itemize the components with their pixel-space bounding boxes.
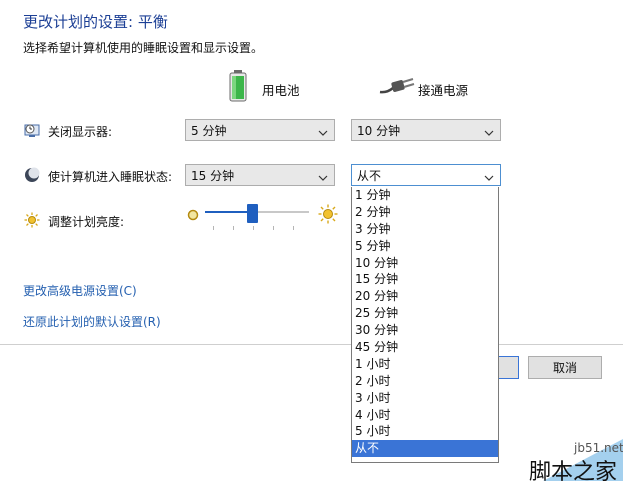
sleep-label: 使计算机进入睡眠状态: — [48, 170, 173, 184]
brightness-high-icon — [318, 204, 338, 224]
page-subtitle: 选择希望计算机使用的睡眠设置和显示设置。 — [23, 41, 264, 55]
chevron-down-icon — [318, 171, 328, 181]
dropdown-option[interactable]: 5 分钟 — [352, 238, 498, 255]
cancel-button[interactable]: 取消 — [528, 356, 602, 379]
dropdown-option[interactable]: 5 小时 — [352, 423, 498, 440]
dropdown-option[interactable]: 1 分钟 — [352, 187, 498, 204]
sleep-battery-value: 15 分钟 — [191, 168, 235, 183]
slider-tick — [273, 226, 274, 230]
dropdown-option[interactable]: 3 分钟 — [352, 221, 498, 238]
sleep-plugged-value: 从不 — [357, 168, 382, 183]
battery-icon — [229, 70, 247, 102]
dropdown-option[interactable]: 30 分钟 — [352, 322, 498, 339]
chevron-down-icon — [484, 171, 494, 181]
dropdown-option[interactable]: 1 小时 — [352, 356, 498, 373]
dropdown-option[interactable]: 10 分钟 — [352, 255, 498, 272]
dropdown-option[interactable]: 2 小时 — [352, 373, 498, 390]
restore-defaults-link[interactable]: 还原此计划的默认设置(R) — [23, 313, 161, 330]
slider-tick — [233, 226, 234, 230]
display-battery-select[interactable]: 5 分钟 — [185, 119, 335, 141]
display-off-label: 关闭显示器: — [48, 125, 113, 139]
dropdown-option[interactable]: 2 分钟 — [352, 204, 498, 221]
page-title: 更改计划的设置: 平衡 — [23, 13, 168, 31]
display-battery-value: 5 分钟 — [191, 123, 227, 138]
brightness-low-icon — [186, 207, 200, 221]
display-plugged-value: 10 分钟 — [357, 123, 401, 138]
sun-brightness-icon — [24, 212, 40, 228]
brightness-slider-fill — [205, 211, 252, 213]
divider — [0, 344, 623, 345]
watermark-name: 脚本之家 — [529, 460, 618, 485]
slider-tick — [213, 226, 214, 230]
dropdown-option[interactable]: 3 小时 — [352, 390, 498, 407]
moon-sleep-icon — [24, 167, 40, 183]
brightness-label: 调整计划亮度: — [48, 215, 125, 229]
advanced-settings-link[interactable]: 更改高级电源设置(C) — [23, 282, 137, 299]
sleep-plugged-dropdown-list[interactable]: 1 分钟 2 分钟 3 分钟 5 分钟 10 分钟 15 分钟 20 分钟 25 分钟 30 分… — [351, 187, 499, 463]
plugged-column-label: 接通电源 — [418, 83, 469, 98]
slider-tick — [253, 226, 254, 230]
watermark-site: jb51.net — [574, 441, 623, 455]
dropdown-option[interactable]: 从不 — [352, 440, 498, 458]
display-plugged-select[interactable]: 10 分钟 — [351, 119, 501, 141]
dropdown-option[interactable]: 4 小时 — [352, 407, 498, 424]
chevron-down-icon — [484, 126, 494, 136]
battery-column-label: 用电池 — [262, 83, 300, 98]
sleep-battery-select[interactable]: 15 分钟 — [185, 164, 335, 186]
dropdown-option[interactable]: 20 分钟 — [352, 288, 498, 305]
dropdown-option[interactable]: 15 分钟 — [352, 271, 498, 288]
brightness-slider-thumb[interactable] — [247, 204, 258, 223]
dropdown-option[interactable]: 25 分钟 — [352, 305, 498, 322]
sleep-plugged-select[interactable]: 从不 — [351, 164, 501, 186]
dropdown-option[interactable]: 45 分钟 — [352, 339, 498, 356]
monitor-clock-icon — [24, 122, 40, 138]
slider-tick — [293, 226, 294, 230]
chevron-down-icon — [318, 126, 328, 136]
power-plug-icon — [379, 77, 415, 95]
